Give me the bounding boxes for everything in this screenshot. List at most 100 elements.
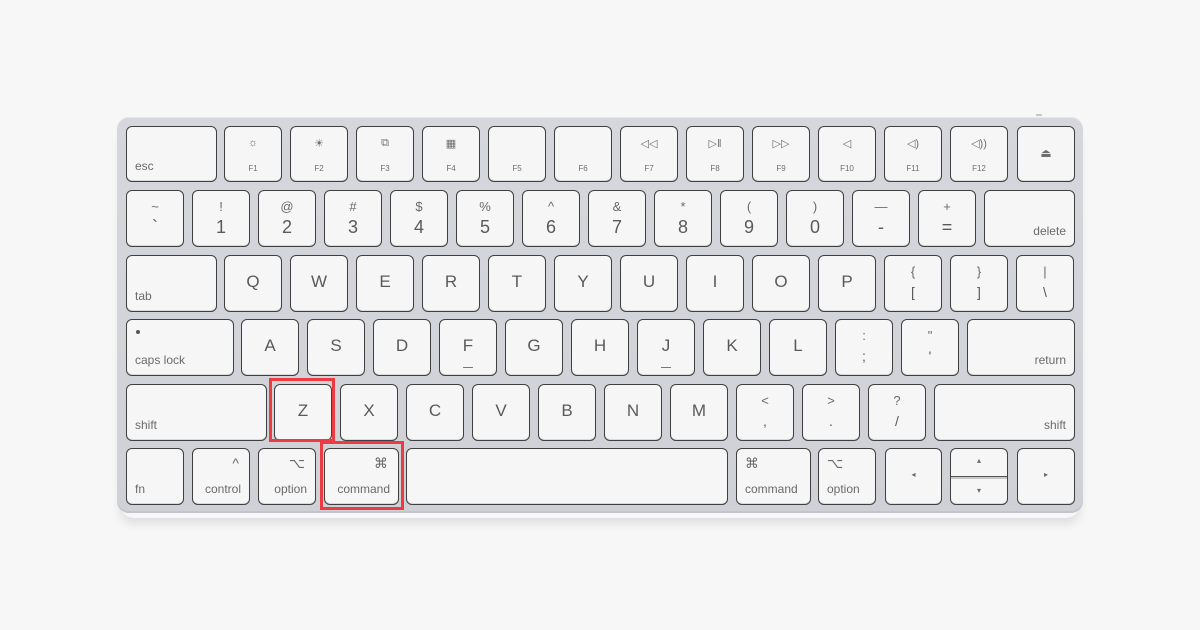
key-f9[interactable]: ▷▷ F9 — [752, 126, 810, 182]
key-tab[interactable]: tab — [126, 255, 217, 312]
play-pause-icon: ▷ǁ — [708, 138, 722, 150]
key-t[interactable]: T — [488, 255, 546, 312]
key-a[interactable]: A — [241, 319, 299, 376]
key-number-6[interactable]: ^ 6 — [522, 190, 580, 247]
key-label: , — [763, 413, 767, 429]
key-s[interactable]: S — [307, 319, 365, 376]
key-return[interactable]: return — [967, 319, 1075, 376]
key-i[interactable]: I — [686, 255, 744, 312]
key-shift-right[interactable]: shift — [934, 384, 1075, 441]
key-label: J — [661, 336, 671, 355]
key-j[interactable]: J — [637, 319, 695, 376]
key-number-9[interactable]: (9 — [720, 190, 778, 247]
key-command-left[interactable]: ⌘ command — [324, 448, 399, 505]
key-symbol-bottom-1[interactable]: >. — [802, 384, 860, 441]
key-option-left[interactable]: ⌥ option — [258, 448, 316, 505]
key-symbol-bottom-0[interactable]: <, — [736, 384, 794, 441]
key-shift-label: ! — [219, 199, 223, 214]
key-y[interactable]: Y — [554, 255, 612, 312]
key-arrow-right[interactable]: ▸ — [1017, 448, 1075, 505]
key-f3[interactable]: ⧉ F3 — [356, 126, 414, 182]
key-f12[interactable]: ◁)) F12 — [950, 126, 1008, 182]
key-z[interactable]: Z — [274, 384, 332, 441]
key-label: G — [527, 336, 541, 355]
arrow-right-icon: ▸ — [1043, 470, 1048, 479]
key-x[interactable]: X — [340, 384, 398, 441]
key-label: Y — [577, 272, 589, 291]
key-label: C — [428, 401, 442, 420]
key-command-right[interactable]: ⌘ command — [736, 448, 811, 505]
fast-forward-icon: ▷▷ — [772, 138, 790, 150]
key-delete[interactable]: delete — [984, 190, 1075, 247]
key-symbol-bottom-2[interactable]: ? / — [868, 384, 926, 441]
key-o[interactable]: O — [752, 255, 810, 312]
key-f[interactable]: F — [439, 319, 497, 376]
key-number-0[interactable]: ~ ` — [126, 190, 184, 247]
key-h[interactable]: H — [571, 319, 629, 376]
rewind-icon: ◁◁ — [640, 138, 658, 150]
key-symbol-top-2[interactable]: | \ — [1016, 255, 1074, 312]
key-e[interactable]: E — [356, 255, 414, 312]
key-label: ` — [152, 217, 158, 237]
key-number-4[interactable]: $4 — [390, 190, 448, 247]
key-space[interactable] — [406, 448, 728, 505]
key-arrow-left[interactable]: ◂ — [885, 448, 942, 505]
key-esc[interactable]: esc — [126, 126, 217, 182]
key-f10[interactable]: ◁ F10 — [818, 126, 876, 182]
key-caps-lock[interactable]: caps lock — [126, 319, 234, 376]
key-label: shift — [135, 418, 158, 432]
key-label: delete — [1033, 224, 1066, 238]
key-v[interactable]: V — [472, 384, 530, 441]
key-w[interactable]: W — [290, 255, 348, 312]
key-f2[interactable]: ☀ F2 — [290, 126, 348, 182]
key-number-10[interactable]: ) 0 — [786, 190, 844, 247]
key-g[interactable]: G — [505, 319, 563, 376]
arrow-down-icon: ▾ — [976, 486, 981, 495]
key-label: I — [712, 272, 718, 291]
key-f4[interactable]: ▦ F4 — [422, 126, 480, 182]
key-d[interactable]: D — [373, 319, 431, 376]
key-eject[interactable]: ⏏ — [1017, 126, 1075, 182]
key-p[interactable]: P — [818, 255, 876, 312]
key-c[interactable]: C — [406, 384, 464, 441]
key-option-right[interactable]: ⌥ option — [818, 448, 876, 505]
key-label: V — [495, 401, 507, 420]
key-symbol-top-0[interactable]: {[ — [884, 255, 942, 312]
key-number-1[interactable]: ! 1 — [192, 190, 250, 247]
key-m[interactable]: M — [670, 384, 728, 441]
key-number-3[interactable]: #3 — [324, 190, 382, 247]
key-symbol-top-1[interactable]: }] — [950, 255, 1008, 312]
key-arrow-up[interactable]: ▴ — [951, 449, 1007, 476]
key-control[interactable]: ^ control — [192, 448, 250, 505]
key-number-7[interactable]: & 7 — [588, 190, 646, 247]
key-q[interactable]: Q — [224, 255, 282, 312]
key-f5[interactable]: F5 — [488, 126, 546, 182]
key-number-11[interactable]: — - — [852, 190, 910, 247]
key-l[interactable]: L — [769, 319, 827, 376]
key-symbol-home-1[interactable]: " ' — [901, 319, 959, 376]
key-f1[interactable]: ☼ F1 — [224, 126, 282, 182]
key-f8[interactable]: ▷ǁ F8 — [686, 126, 744, 182]
key-k[interactable]: K — [703, 319, 761, 376]
key-label: 1 — [215, 217, 226, 237]
key-f7[interactable]: ◁◁ F7 — [620, 126, 678, 182]
key-shift-label: ~ — [151, 199, 159, 214]
key-number-2[interactable]: @2 — [258, 190, 316, 247]
key-r[interactable]: R — [422, 255, 480, 312]
key-fn[interactable]: fn — [126, 448, 184, 505]
key-label: F — [462, 336, 474, 355]
key-number-12[interactable]: + = — [918, 190, 976, 247]
key-f6[interactable]: F6 — [554, 126, 612, 182]
key-number-8[interactable]: * 8 — [654, 190, 712, 247]
key-symbol-home-0[interactable]: :; — [835, 319, 893, 376]
key-shift-left[interactable]: shift — [126, 384, 267, 441]
key-b[interactable]: B — [538, 384, 596, 441]
key-n[interactable]: N — [604, 384, 662, 441]
keyboard-power-switch — [1036, 114, 1042, 116]
key-label: F4 — [446, 164, 456, 173]
key-f11[interactable]: ◁) F11 — [884, 126, 942, 182]
key-number-5[interactable]: % 5 — [456, 190, 514, 247]
key-label: D — [395, 336, 409, 355]
key-arrow-down[interactable]: ▾ — [951, 478, 1007, 504]
key-u[interactable]: U — [620, 255, 678, 312]
